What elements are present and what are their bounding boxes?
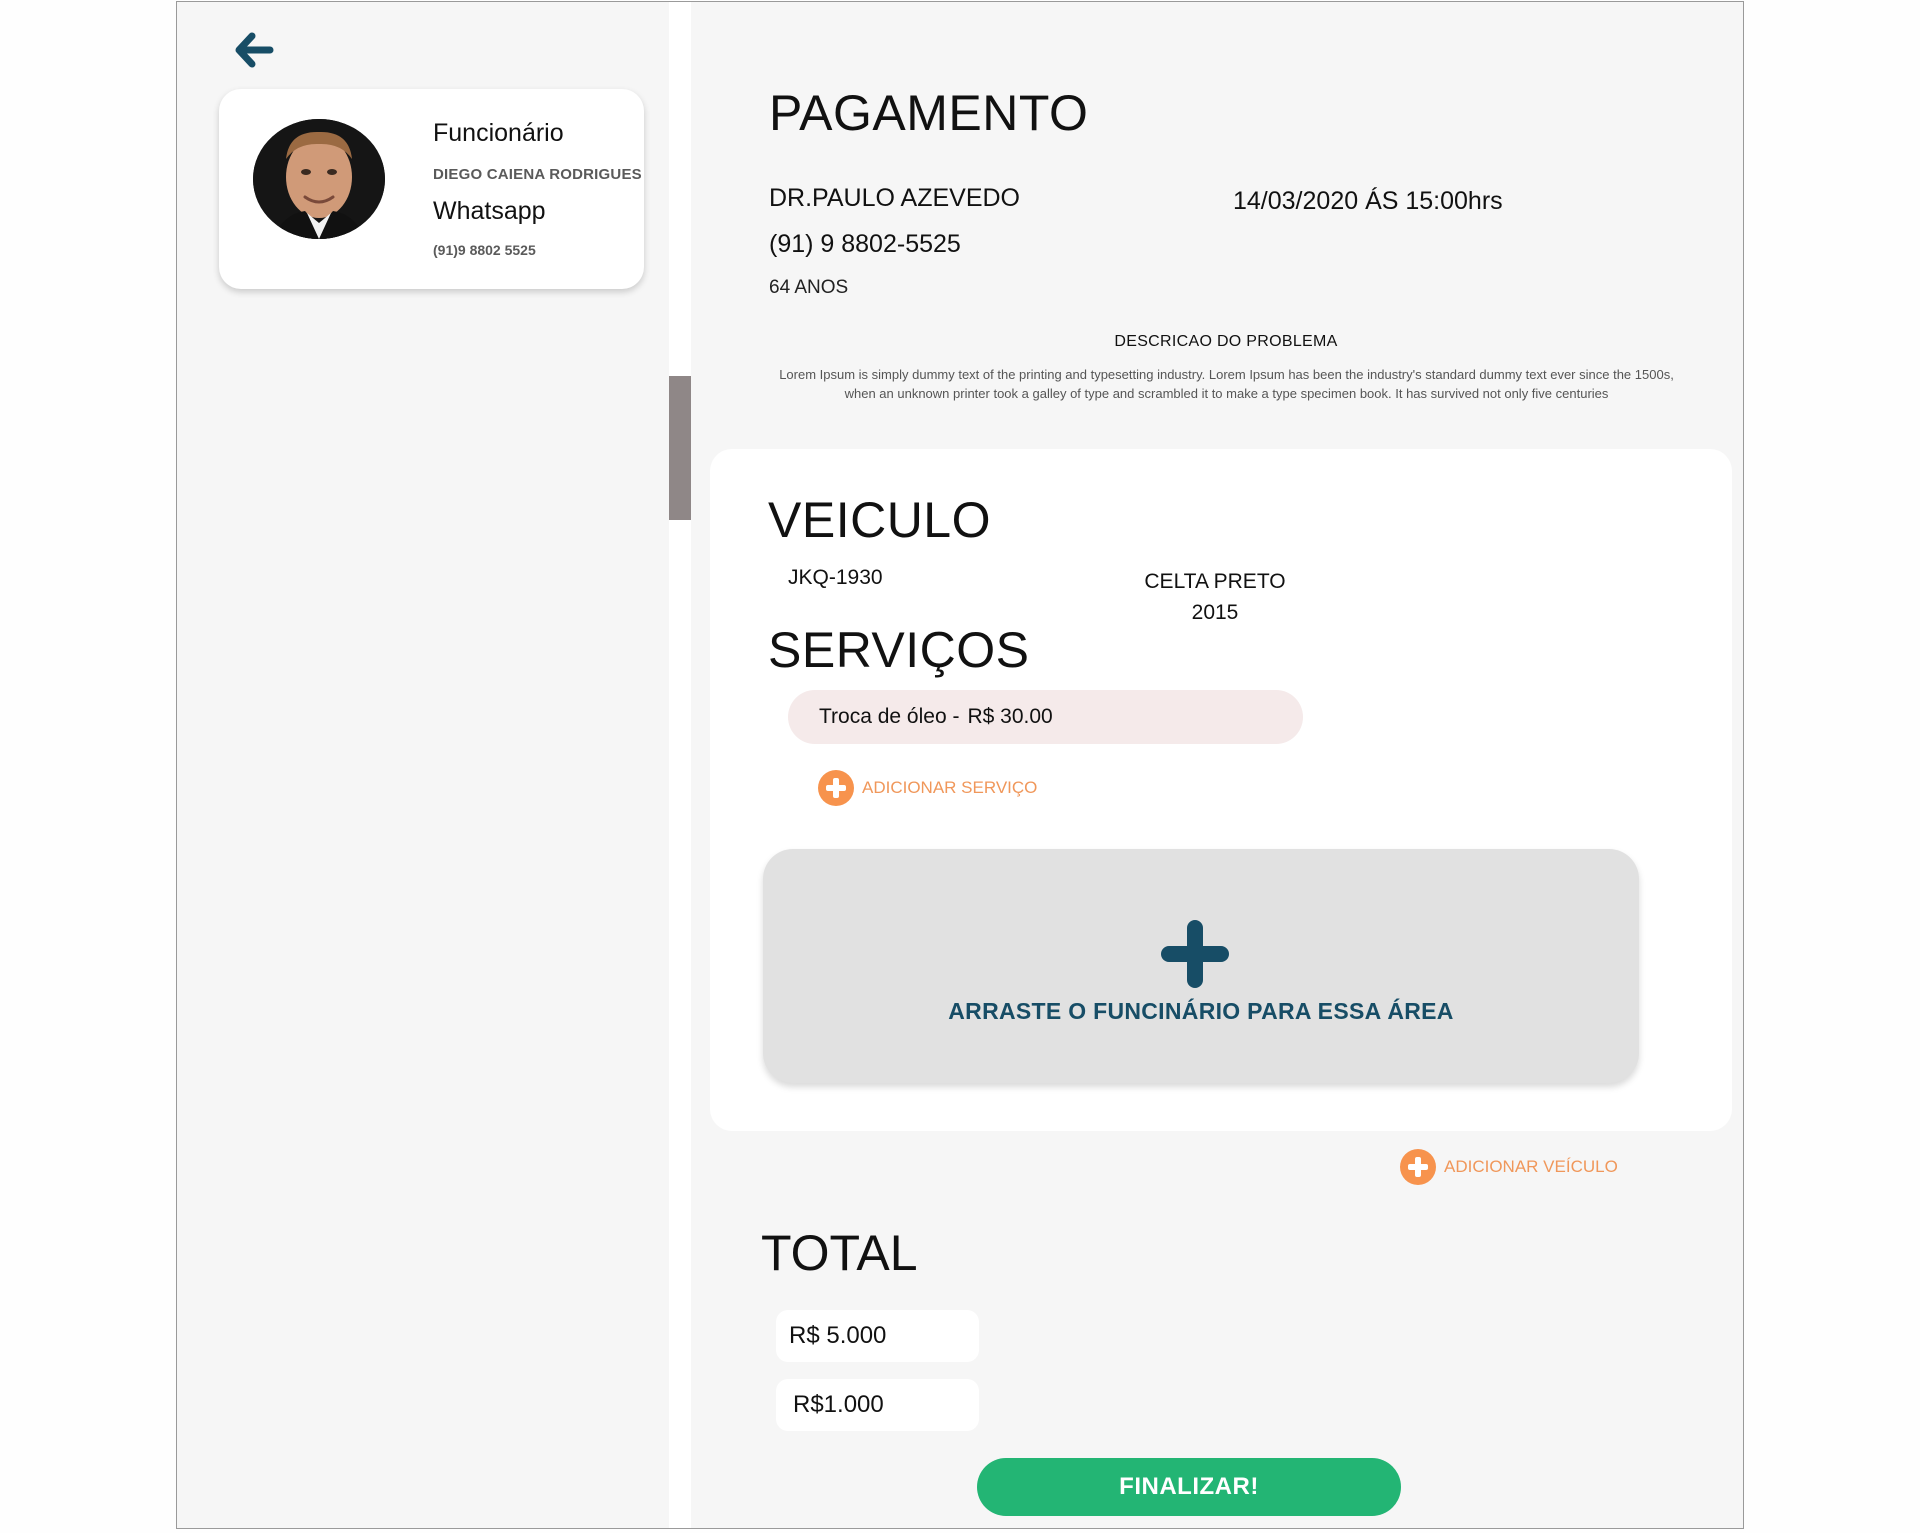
page-title: PAGAMENTO	[769, 85, 1089, 141]
service-item[interactable]: Troca de óleo - R$ 30.00	[788, 690, 1303, 744]
employee-phone: (91)9 8802 5525	[433, 242, 536, 258]
service-name: Troca de óleo -	[819, 705, 960, 728]
employee-name: DIEGO CAIENA RODRIGUES	[433, 166, 642, 183]
employee-role-label: Funcionário	[433, 119, 564, 147]
client-phone: (91) 9 8802-5525	[769, 230, 961, 258]
services-title: SERVIÇOS	[768, 622, 1030, 678]
whatsapp-label: Whatsapp	[433, 197, 546, 225]
add-vehicle-label: ADICIONAR VEÍCULO	[1444, 1157, 1618, 1176]
employee-drop-zone[interactable]: ARRASTE O FUNCINÁRIO PARA ESSA ÁREA	[763, 849, 1639, 1083]
problem-description-text: Lorem Ipsum is simply dummy text of the …	[779, 367, 1674, 401]
plus-circle-icon	[1400, 1149, 1436, 1185]
employee-photo	[253, 119, 385, 239]
finish-button[interactable]: FINALIZAR!	[977, 1458, 1401, 1516]
vehicle-model-name: CELTA PRETO	[1144, 570, 1286, 593]
client-age: 64 ANOS	[769, 277, 849, 298]
employee-card[interactable]: Funcionário DIEGO CAIENA RODRIGUES Whats…	[219, 89, 644, 289]
panel-divider	[669, 2, 691, 1528]
add-service-button[interactable]: ADICIONAR SERVIÇO	[818, 770, 1037, 806]
arrow-left-icon[interactable]	[234, 32, 274, 68]
drop-zone-label: ARRASTE O FUNCINÁRIO PARA ESSA ÁREA	[948, 998, 1454, 1024]
vehicle-card: VEICULO JKQ-1930 CELTA PRETO 2015 SERVIÇ…	[710, 449, 1732, 1131]
client-name: DR.PAULO AZEVEDO	[769, 184, 1020, 212]
vehicle-plate: JKQ-1930	[788, 566, 883, 589]
appointment-datetime: 14/03/2020 ÁS 15:00hrs	[1233, 187, 1503, 215]
avatar	[253, 119, 385, 239]
total-value-field[interactable]	[776, 1310, 979, 1362]
discount-value-field[interactable]	[776, 1379, 979, 1431]
add-service-label: ADICIONAR SERVIÇO	[862, 778, 1038, 797]
vehicle-model: CELTA PRETO 2015	[1130, 566, 1300, 628]
employee-sidebar: Funcionário DIEGO CAIENA RODRIGUES Whats…	[177, 2, 669, 1528]
add-vehicle-button[interactable]: ADICIONAR VEÍCULO	[1400, 1149, 1618, 1185]
scrollbar-thumb[interactable]	[669, 376, 691, 520]
payment-panel: PAGAMENTO DR.PAULO AZEVEDO (91) 9 8802-5…	[691, 2, 1743, 1528]
plus-icon	[1161, 920, 1229, 988]
plus-circle-icon	[818, 770, 854, 806]
vehicle-title: VEICULO	[768, 492, 992, 548]
service-price: R$ 30.00	[967, 705, 1053, 728]
app-frame: Funcionário DIEGO CAIENA RODRIGUES Whats…	[176, 1, 1744, 1529]
vehicle-year: 2015	[1191, 601, 1239, 624]
problem-description-title: DESCRICAO DO PROBLEMA	[1114, 333, 1338, 350]
total-title: TOTAL	[761, 1225, 918, 1281]
